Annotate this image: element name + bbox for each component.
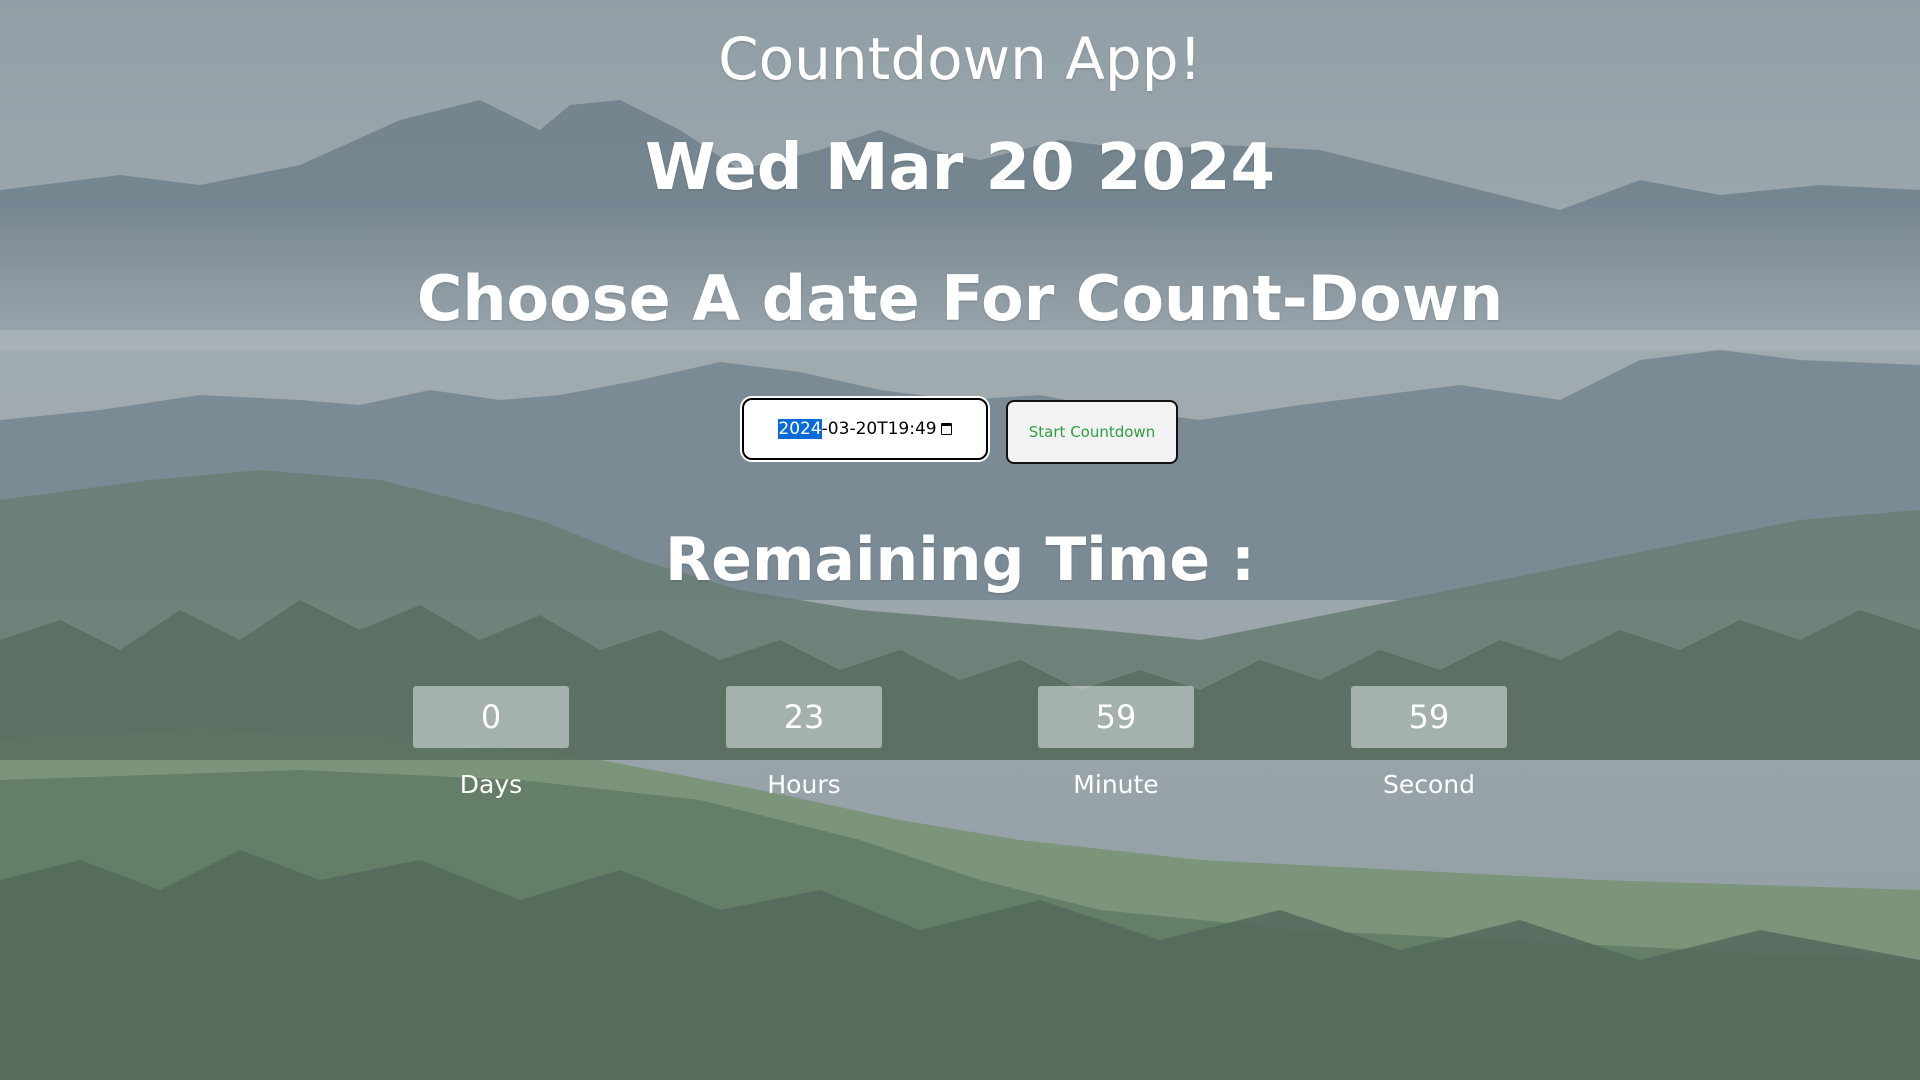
remaining-time-heading: Remaining Time :	[665, 525, 1255, 595]
timer-hours-label: Hours	[767, 770, 841, 799]
start-countdown-button[interactable]: Start Countdown	[1006, 400, 1178, 464]
timer-seconds: 59 Second	[1351, 686, 1507, 800]
calendar-icon[interactable]	[940, 423, 952, 435]
timer-seconds-label: Second	[1382, 770, 1475, 799]
timer-days-value: 0	[413, 686, 569, 748]
datetime-input[interactable]: 2024 -03-20T19:49	[742, 398, 988, 460]
app-container: Countdown App! Wed Mar 20 2024 Choose A …	[0, 0, 1920, 1080]
countdown-controls: 2024 -03-20T19:49 Start Countdown	[0, 398, 1920, 464]
timer-minutes-label: Minute	[1073, 770, 1159, 799]
app-title: Countdown App!	[718, 25, 1202, 93]
timer-hours: 23 Hours	[726, 686, 882, 800]
timer-days-label: Days	[459, 770, 523, 799]
datetime-input-year-selected[interactable]: 2024	[778, 419, 822, 439]
datetime-input-value[interactable]: -03-20T19:49	[822, 419, 937, 439]
choose-date-heading: Choose A date For Count-Down	[416, 262, 1504, 335]
timer-minutes-value: 59	[1038, 686, 1194, 748]
timer-hours-value: 23	[726, 686, 882, 748]
timer-days: 0 Days	[413, 686, 569, 800]
timer-seconds-value: 59	[1351, 686, 1507, 748]
current-date: Wed Mar 20 2024	[645, 131, 1275, 205]
timer-minutes: 59 Minute	[1038, 686, 1194, 800]
